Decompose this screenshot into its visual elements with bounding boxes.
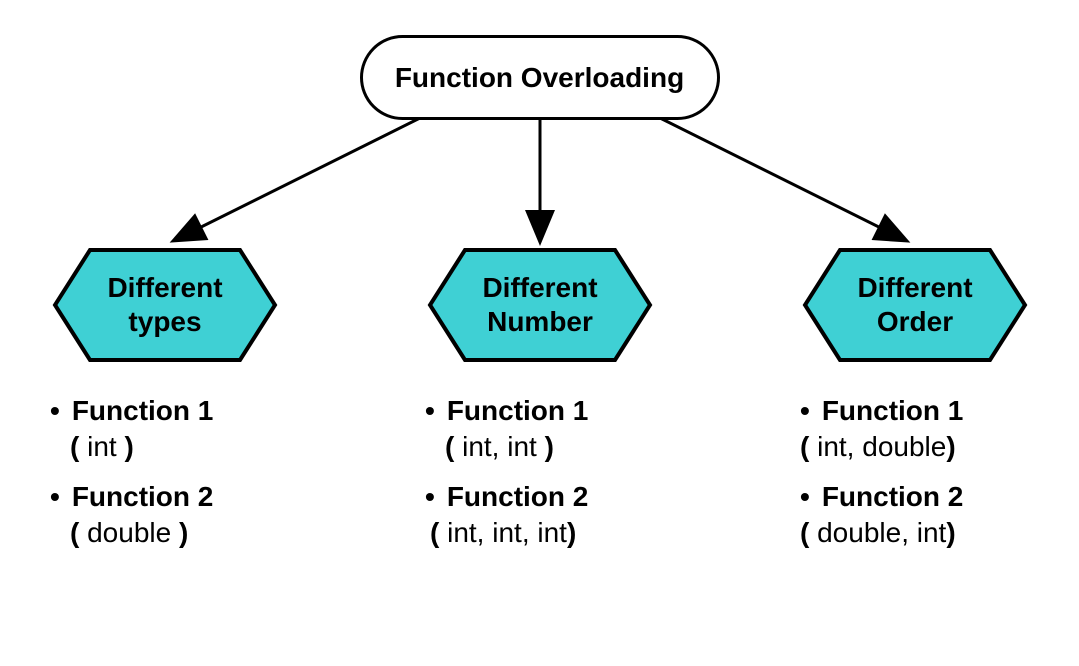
bullet-icon: • <box>425 483 435 511</box>
list-item: • Function 1 ( int ) <box>50 395 340 463</box>
bullet-icon: • <box>50 483 60 511</box>
function-params: ( int, double) <box>800 431 1079 463</box>
bullet-icon: • <box>425 397 435 425</box>
list-item: • Function 2 ( int, int, int) <box>425 481 715 549</box>
hexagon-types: Differenttypes <box>50 245 280 365</box>
function-params: ( int, int, int) <box>425 517 715 549</box>
function-params: ( double, int) <box>800 517 1079 549</box>
bullets-order: • Function 1 ( int, double) • Function 2… <box>800 395 1079 567</box>
root-title: Function Overloading <box>395 62 684 94</box>
hex-label-order: DifferentOrder <box>857 271 972 338</box>
function-name: Function 1 <box>72 395 214 427</box>
list-item: • Function 2 ( double ) <box>50 481 340 549</box>
bullet-icon: • <box>50 397 60 425</box>
function-name: Function 2 <box>447 481 589 513</box>
function-name: Function 2 <box>822 481 964 513</box>
bullet-icon: • <box>800 483 810 511</box>
function-params: ( double ) <box>50 517 340 549</box>
function-params: ( int, int ) <box>425 431 715 463</box>
hexagon-number: DifferentNumber <box>425 245 655 365</box>
list-item: • Function 1 ( int, double) <box>800 395 1079 463</box>
function-name: Function 1 <box>822 395 964 427</box>
function-name: Function 2 <box>72 481 214 513</box>
list-item: • Function 1 ( int, int ) <box>425 395 715 463</box>
hex-label-types: Differenttypes <box>107 271 222 338</box>
function-name: Function 1 <box>447 395 589 427</box>
function-params: ( int ) <box>50 431 340 463</box>
hex-label-number: DifferentNumber <box>482 271 597 338</box>
hexagon-order: DifferentOrder <box>800 245 1030 365</box>
list-item: • Function 2 ( double, int) <box>800 481 1079 549</box>
bullets-types: • Function 1 ( int ) • Function 2 ( doub… <box>50 395 340 567</box>
bullet-icon: • <box>800 397 810 425</box>
bullets-number: • Function 1 ( int, int ) • Function 2 (… <box>425 395 715 567</box>
root-node: Function Overloading <box>360 35 720 120</box>
